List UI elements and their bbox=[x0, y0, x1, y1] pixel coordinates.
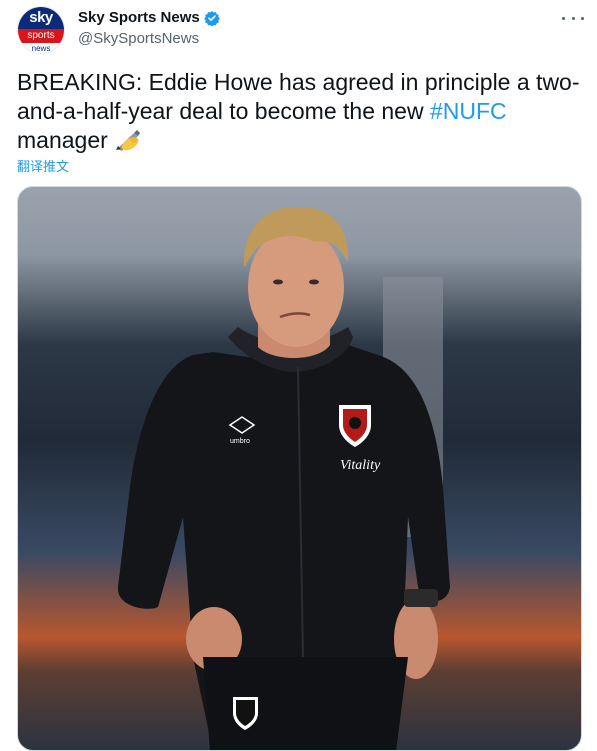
user-handle[interactable]: @SkySportsNews bbox=[78, 30, 199, 47]
avatar-logo-sky: sky bbox=[18, 7, 64, 29]
tweet-text-end: manager bbox=[17, 127, 108, 153]
verified-badge-icon bbox=[203, 10, 220, 26]
author-name-row: Sky Sports News bbox=[78, 9, 220, 26]
hashtag-link[interactable]: #NUFC bbox=[430, 98, 507, 124]
photo-illustration: umbro Vitality bbox=[117, 206, 450, 750]
avatar-logo-news: news bbox=[31, 44, 51, 53]
umbro-logo-text: umbro bbox=[230, 438, 250, 445]
more-options-icon[interactable] bbox=[562, 8, 584, 28]
writing-hand-icon bbox=[114, 128, 142, 159]
sponsor-logo-text: Vitality bbox=[340, 458, 381, 473]
display-name[interactable]: Sky Sports News bbox=[78, 9, 200, 26]
avatar-logo-sports: sports bbox=[18, 29, 64, 43]
tweet-text: BREAKING: Eddie Howe has agreed in princ… bbox=[17, 68, 582, 159]
avatar[interactable]: sky sports news bbox=[17, 6, 65, 54]
translate-tweet-link[interactable]: 翻译推文 bbox=[17, 156, 69, 175]
tweet-photo[interactable]: umbro Vitality bbox=[17, 186, 582, 751]
